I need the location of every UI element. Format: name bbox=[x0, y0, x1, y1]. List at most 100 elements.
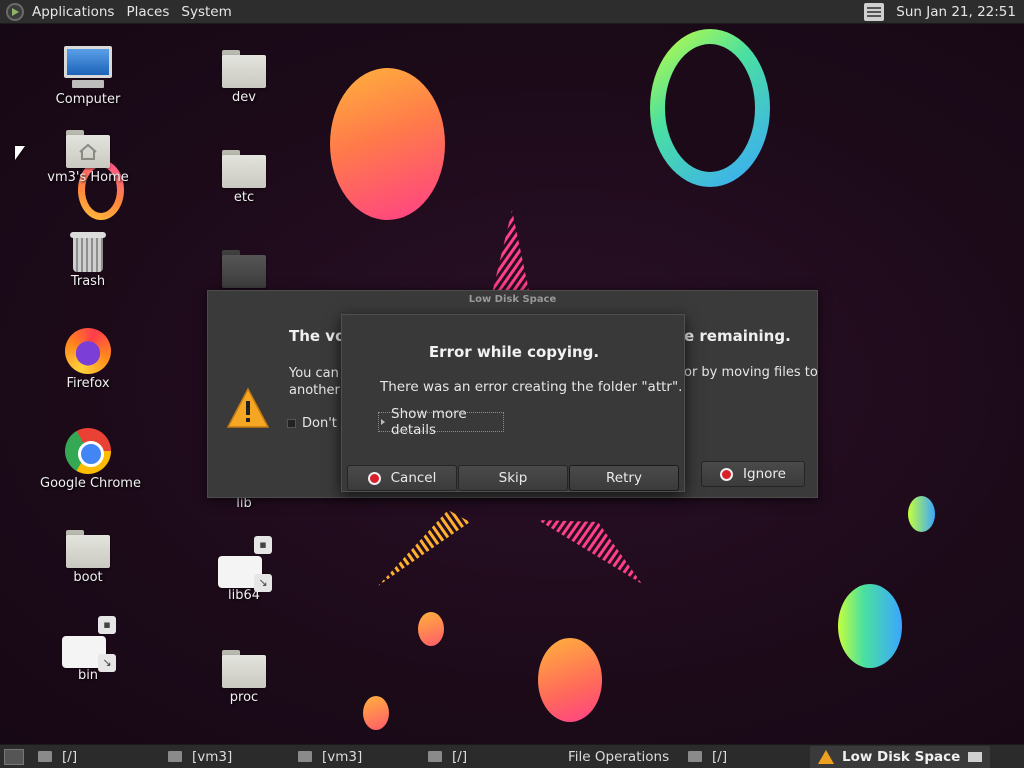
home-folder-icon bbox=[66, 130, 110, 168]
desktop-icon-label: boot bbox=[73, 570, 103, 585]
desktop-icon-label: lib bbox=[236, 496, 252, 511]
expander-arrow-icon bbox=[381, 419, 385, 425]
desktop-icon-hidden-folder[interactable] bbox=[196, 250, 292, 288]
stop-icon bbox=[367, 471, 381, 485]
lock-emblem-icon: ▪ bbox=[98, 616, 116, 634]
taskbar-item[interactable]: [vm3] bbox=[290, 746, 416, 768]
panel-tray: Sun Jan 21, 22:51 bbox=[864, 0, 1024, 24]
desktop-icon-lib64[interactable]: ▪ ↘ lib64 bbox=[196, 534, 292, 603]
link-emblem-icon: ↘ bbox=[98, 654, 116, 672]
desktop-icon-boot[interactable]: boot bbox=[40, 530, 136, 585]
show-more-details-expander[interactable]: Show more details bbox=[378, 406, 504, 438]
taskbar-item-label: [/] bbox=[62, 748, 78, 765]
trash-icon bbox=[70, 230, 106, 272]
dialog-body-tail: or by moving files to bbox=[684, 365, 818, 380]
folder-icon bbox=[222, 150, 266, 188]
desktop-icon-trash[interactable]: Trash bbox=[40, 230, 136, 289]
clock[interactable]: Sun Jan 21, 22:51 bbox=[896, 4, 1016, 20]
taskbar-item[interactable]: File Operations bbox=[550, 746, 676, 768]
taskbar-item[interactable]: [vm3] bbox=[160, 746, 286, 768]
dialog-body-line: another bbox=[289, 383, 340, 398]
folder-icon bbox=[38, 751, 52, 762]
dont-show-again-checkbox[interactable]: Don't s bbox=[287, 416, 348, 431]
dialog-titlebar[interactable]: Low Disk Space bbox=[208, 291, 817, 309]
keyboard-icon bbox=[968, 751, 983, 762]
chrome-icon bbox=[65, 428, 111, 474]
ignore-button[interactable]: Ignore bbox=[701, 461, 805, 487]
wallpaper-orb-orange bbox=[538, 638, 602, 722]
keyboard-indicator-icon[interactable] bbox=[864, 2, 885, 21]
desktop-icon-etc[interactable]: etc bbox=[196, 150, 292, 205]
desktop-icon-proc[interactable]: proc bbox=[196, 650, 292, 705]
wallpaper-orb-orange-tiny bbox=[363, 696, 389, 730]
folder-icon bbox=[222, 50, 266, 88]
desktop-icon-computer[interactable]: Computer bbox=[40, 46, 136, 107]
desktop-icon-label: vm3's Home bbox=[47, 170, 129, 185]
taskbar-item[interactable]: [/] bbox=[30, 746, 156, 768]
wallpaper-orb bbox=[330, 68, 445, 220]
desktop-icon-google-chrome[interactable]: Google Chrome bbox=[40, 428, 141, 491]
taskbar-item-label: [vm3] bbox=[192, 748, 233, 765]
desktop-icon-label: Firefox bbox=[66, 376, 110, 391]
button-label: Skip bbox=[498, 470, 528, 486]
folder-icon bbox=[222, 650, 266, 688]
menu-applications[interactable]: Applications bbox=[26, 0, 120, 24]
stop-icon bbox=[720, 467, 734, 481]
show-desktop-button[interactable] bbox=[4, 748, 24, 765]
menu-system[interactable]: System bbox=[175, 0, 237, 24]
wallpaper-orb-green-small bbox=[908, 496, 935, 532]
retry-button[interactable]: Retry bbox=[569, 465, 679, 491]
taskbar: [/] [vm3] [vm3] [/] File Operations [/] … bbox=[0, 744, 1024, 768]
taskbar-item-label: [/] bbox=[712, 748, 728, 765]
firefox-icon bbox=[65, 328, 111, 374]
error-while-copying-dialog[interactable]: Error while copying. There was an error … bbox=[341, 314, 685, 492]
desktop-icon-label: Google Chrome bbox=[40, 476, 141, 491]
dialog-message: There was an error creating the folder "… bbox=[380, 379, 683, 395]
desktop-icon-firefox[interactable]: Firefox bbox=[40, 328, 136, 391]
menu-places[interactable]: Places bbox=[120, 0, 175, 24]
taskbar-item-label: [/] bbox=[452, 748, 468, 765]
dialog-heading-tail: e remaining. bbox=[684, 327, 791, 345]
folder-icon bbox=[222, 250, 266, 288]
wallpaper-ring bbox=[650, 29, 770, 187]
button-label: Ignore bbox=[743, 466, 786, 482]
desktop-icon-label: proc bbox=[229, 690, 259, 705]
taskbar-item-active[interactable]: Low Disk Space bbox=[810, 745, 991, 768]
skip-button[interactable]: Skip bbox=[458, 465, 568, 491]
warning-icon bbox=[226, 387, 270, 428]
mouse-cursor-icon bbox=[15, 146, 25, 160]
dialog-title: Error while copying. bbox=[428, 343, 600, 361]
taskbar-item-label: [vm3] bbox=[322, 748, 363, 765]
applications-logo-icon[interactable] bbox=[6, 2, 24, 21]
desktop-icon-home[interactable]: vm3's Home bbox=[40, 130, 136, 185]
folder-icon bbox=[428, 751, 442, 762]
computer-icon bbox=[64, 46, 112, 90]
dialog-body: You can another bbox=[289, 365, 349, 399]
wallpaper-orb-green bbox=[838, 584, 902, 668]
dialog-body-line: You can bbox=[289, 366, 339, 381]
home-folder-icon bbox=[168, 751, 182, 762]
cancel-button[interactable]: Cancel bbox=[347, 465, 457, 491]
checkbox-box[interactable] bbox=[287, 419, 296, 428]
desktop-icon-label: Trash bbox=[70, 274, 106, 289]
folder-icon bbox=[688, 751, 702, 762]
taskbar-item-label: Low Disk Space bbox=[842, 748, 961, 765]
desktop-icon-bin[interactable]: ▪ ↘ bin bbox=[40, 614, 136, 683]
button-label: Cancel bbox=[390, 470, 437, 486]
top-panel: Applications Places System Sun Jan 21, 2… bbox=[0, 0, 1024, 24]
link-emblem-icon: ↘ bbox=[254, 574, 272, 592]
home-folder-icon bbox=[298, 751, 312, 762]
desktop-icon-label: dev bbox=[232, 90, 256, 105]
wallpaper-orb-orange-small bbox=[418, 612, 444, 646]
desktop-icon-label: etc bbox=[233, 190, 255, 205]
desktop-icon-dev[interactable]: dev bbox=[196, 50, 292, 105]
taskbar-item-label: File Operations bbox=[568, 748, 670, 765]
lock-emblem-icon: ▪ bbox=[254, 536, 272, 554]
desktop-icon-label: Computer bbox=[55, 92, 121, 107]
main-menu: Applications Places System bbox=[0, 0, 238, 24]
button-label: Retry bbox=[606, 470, 642, 486]
folder-icon bbox=[66, 530, 110, 568]
warning-icon bbox=[818, 749, 834, 764]
taskbar-item[interactable]: [/] bbox=[680, 746, 806, 768]
taskbar-item[interactable]: [/] bbox=[420, 746, 546, 768]
